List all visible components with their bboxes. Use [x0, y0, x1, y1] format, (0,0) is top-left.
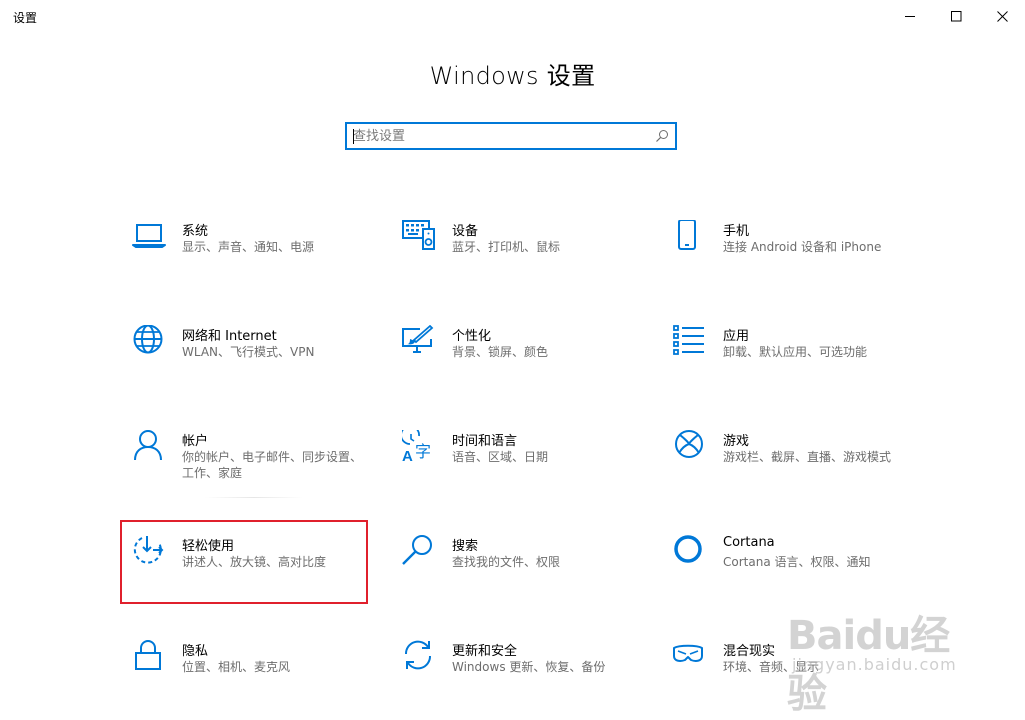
- settings-tile-personalization[interactable]: 个性化 背景、锁屏、颜色: [402, 325, 647, 405]
- close-button[interactable]: [979, 0, 1025, 32]
- settings-tile-time-language[interactable]: A 字 时间和语言 语音、区域、日期: [402, 430, 647, 510]
- search-box[interactable]: [345, 122, 677, 150]
- laptop-icon: [132, 224, 166, 248]
- tile-label: Cortana: [723, 535, 775, 550]
- tile-label: 搜索: [452, 539, 479, 554]
- watermark-url: jingyan.baidu.com: [792, 655, 957, 674]
- magnifier-icon: [402, 535, 432, 565]
- tile-label: 网络和 Internet: [182, 329, 277, 344]
- settings-tile-apps[interactable]: 应用 卸载、默认应用、可选功能: [673, 325, 918, 405]
- time-language-icon: A 字: [402, 430, 431, 465]
- apps-list-icon: [673, 325, 704, 355]
- tile-label: 隐私: [182, 644, 209, 659]
- tile-label: 系统: [182, 224, 209, 239]
- settings-tile-phone[interactable]: 手机 连接 Android 设备和 iPhone: [673, 220, 918, 300]
- settings-tile-devices[interactable]: 设备 蓝牙、打印机、鼠标: [402, 220, 647, 300]
- globe-icon: [133, 325, 163, 354]
- tile-description: 游戏栏、截屏、直播、游戏模式: [723, 450, 892, 464]
- tile-label: 设备: [452, 224, 479, 239]
- tile-label: 混合现实: [723, 644, 776, 659]
- xbox-icon: [675, 430, 703, 458]
- tile-description: 背景、锁屏、颜色: [452, 345, 549, 359]
- tile-description: 位置、相机、麦克风: [182, 660, 291, 674]
- tile-label: 帐户: [182, 434, 209, 449]
- tile-label: 轻松使用: [182, 539, 235, 554]
- window-title: 设置: [13, 11, 38, 25]
- tile-description: 卸载、默认应用、可选功能: [723, 345, 868, 359]
- settings-tile-accounts[interactable]: 帐户 你的帐户、电子邮件、同步设置、工作、家庭: [132, 430, 377, 510]
- text-caret: [353, 129, 354, 144]
- settings-tile-ease-of-access[interactable]: 轻松使用 讲述人、放大镜、高对比度: [132, 535, 377, 615]
- settings-tile-search[interactable]: 搜索 查找我的文件、权限: [402, 535, 647, 615]
- settings-tile-update-security[interactable]: 更新和安全 Windows 更新、恢复、备份: [402, 640, 647, 720]
- tile-label: 游戏: [723, 434, 750, 449]
- tile-description: 语音、区域、日期: [452, 450, 549, 464]
- page-title: Windows 设置: [429, 62, 596, 90]
- close-icon: [996, 10, 1008, 22]
- search-input[interactable]: [353, 126, 649, 146]
- devices-icon: [402, 220, 435, 250]
- sync-icon: [404, 640, 432, 670]
- personalization-icon: [402, 325, 434, 353]
- phone-icon: [678, 220, 696, 250]
- settings-tile-network[interactable]: 网络和 Internet WLAN、飞行模式、VPN: [132, 325, 377, 405]
- person-icon: [134, 430, 162, 461]
- tile-description: 显示、声音、通知、电源: [182, 240, 315, 254]
- settings-tile-privacy[interactable]: 隐私 位置、相机、麦克风: [132, 640, 377, 720]
- tile-description: WLAN、飞行模式、VPN: [182, 345, 315, 359]
- tile-label: 应用: [723, 329, 750, 344]
- tile-description: 讲述人、放大镜、高对比度: [182, 555, 327, 569]
- tile-description: 连接 Android 设备和 iPhone: [723, 240, 882, 254]
- tile-label: 时间和语言: [452, 434, 518, 449]
- tile-label: 个性化: [452, 329, 492, 344]
- separator: [205, 497, 303, 498]
- watermark: Baidu经验 jingyan.baidu.com: [787, 603, 977, 717]
- tile-description: Windows 更新、恢复、备份: [452, 660, 606, 674]
- tile-description: 蓝牙、打印机、鼠标: [452, 240, 561, 254]
- minimize-button[interactable]: [887, 0, 933, 32]
- tile-description: Cortana 语言、权限、通知: [723, 555, 871, 569]
- maximize-button[interactable]: [933, 0, 979, 32]
- settings-tile-system[interactable]: 系统 显示、声音、通知、电源: [132, 220, 377, 300]
- ease-of-access-icon: [133, 536, 164, 564]
- svg-text:A: A: [402, 448, 413, 465]
- tile-description: 查找我的文件、权限: [452, 555, 561, 569]
- minimize-icon: [904, 15, 915, 17]
- title-bar: 设置: [0, 0, 1025, 32]
- svg-text:字: 字: [415, 442, 431, 461]
- maximize-icon: [950, 10, 961, 21]
- settings-tile-gaming[interactable]: 游戏 游戏栏、截屏、直播、游戏模式: [673, 430, 918, 510]
- lock-icon: [135, 640, 161, 670]
- cortana-icon: [674, 535, 702, 563]
- tile-description: 你的帐户、电子邮件、同步设置、工作、家庭: [182, 450, 363, 480]
- tile-label: 更新和安全: [452, 644, 518, 659]
- headset-icon: [673, 644, 703, 662]
- tile-label: 手机: [723, 224, 750, 239]
- search-icon[interactable]: [655, 129, 669, 143]
